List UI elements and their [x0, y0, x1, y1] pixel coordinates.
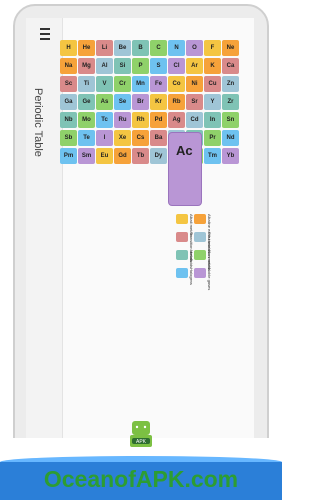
element-cell[interactable]: Ca [222, 58, 239, 74]
element-cell[interactable]: Li [96, 40, 113, 56]
legend-swatch [194, 232, 206, 242]
element-cell[interactable]: Nb [60, 112, 77, 128]
legend-label: Noble gases [207, 268, 212, 291]
element-cell[interactable]: O [186, 40, 203, 56]
element-cell[interactable]: S [150, 58, 167, 74]
element-cell[interactable]: Co [168, 76, 185, 92]
element-cell[interactable]: H [60, 40, 77, 56]
element-cell[interactable]: Xe [114, 130, 131, 146]
element-cell[interactable]: Te [78, 130, 95, 146]
element-cell[interactable]: Cu [204, 76, 221, 92]
element-cell[interactable]: In [204, 112, 221, 128]
element-cell[interactable]: Si [114, 58, 131, 74]
logo-text: APK [136, 439, 147, 445]
element-cell[interactable]: Rb [168, 94, 185, 110]
element-cell[interactable]: Gd [114, 148, 131, 164]
element-cell[interactable]: Tb [132, 148, 149, 164]
element-cell[interactable]: Ru [114, 112, 131, 128]
element-cell[interactable]: Be [114, 40, 131, 56]
element-cell[interactable]: Sc [60, 76, 77, 92]
legend-swatch [176, 214, 188, 224]
element-cell[interactable]: Ti [78, 76, 95, 92]
element-cell[interactable]: B [132, 40, 149, 56]
featured-element-symbol: Ac [176, 143, 193, 158]
menu-icon[interactable] [40, 28, 50, 40]
element-cell[interactable]: F [204, 40, 221, 56]
legend-swatch [194, 250, 206, 260]
element-cell[interactable]: Kr [150, 94, 167, 110]
android-logo: APK [130, 421, 152, 447]
element-cell[interactable]: V [96, 76, 113, 92]
element-cell[interactable]: Cs [132, 130, 149, 146]
element-cell[interactable]: Mn [132, 76, 149, 92]
element-cell[interactable]: Cl [168, 58, 185, 74]
element-cell[interactable]: Ar [186, 58, 203, 74]
element-cell[interactable]: Br [132, 94, 149, 110]
legend-swatch [194, 214, 206, 224]
element-cell[interactable]: Ge [78, 94, 95, 110]
legend-swatch [176, 250, 188, 260]
element-cell[interactable]: Pr [204, 130, 221, 146]
legend-label: Nonmetals [207, 250, 212, 270]
legend-swatch [176, 232, 188, 242]
legend-swatch [194, 268, 206, 278]
element-cell[interactable]: P [132, 58, 149, 74]
brand-text: OceanofAPK.com [43, 466, 239, 492]
element-cell[interactable]: Fe [150, 76, 167, 92]
element-cell[interactable]: Cd [186, 112, 203, 128]
element-cell[interactable]: Ba [150, 130, 167, 146]
element-cell[interactable]: Tm [204, 148, 221, 164]
element-cell[interactable]: Tc [96, 112, 113, 128]
element-cell[interactable]: Al [96, 58, 113, 74]
featured-element-panel[interactable]: Ac [168, 132, 202, 206]
element-cell[interactable]: Nd [222, 130, 239, 146]
element-cell[interactable]: Sm [78, 148, 95, 164]
element-cell[interactable]: I [96, 130, 113, 146]
element-cell[interactable]: Pd [150, 112, 167, 128]
element-cell[interactable]: Cr [114, 76, 131, 92]
element-cell[interactable]: Ne [222, 40, 239, 56]
element-cell[interactable]: Se [114, 94, 131, 110]
element-cell[interactable]: Sn [222, 112, 239, 128]
element-cell[interactable]: Pm [60, 148, 77, 164]
legend: Alkali metals Alkaline earth metals Transi… [176, 214, 216, 304]
element-cell[interactable]: Yb [222, 148, 239, 164]
element-cell[interactable]: Eu [96, 148, 113, 164]
element-cell[interactable]: Mo [78, 112, 95, 128]
element-cell[interactable]: Sb [60, 130, 77, 146]
app-title: Periodic Table [32, 88, 44, 157]
sidebar: Periodic Table ••• [26, 18, 63, 488]
element-cell[interactable]: K [204, 58, 221, 74]
element-cell[interactable]: Zr [222, 94, 239, 110]
element-cell[interactable]: Dy [150, 148, 167, 164]
element-cell[interactable]: Rh [132, 112, 149, 128]
periodic-table: H He Li Be B C N O F Ne Na Mg Al Si P S Cl Ar K Ca Sc Ti V Cr Mn… [60, 40, 248, 420]
element-cell[interactable]: Mg [78, 58, 95, 74]
element-cell[interactable]: As [96, 94, 113, 110]
legend-swatch [176, 268, 188, 278]
element-cell[interactable]: Ni [186, 76, 203, 92]
element-cell[interactable]: Zn [222, 76, 239, 92]
element-cell[interactable]: Ga [60, 94, 77, 110]
element-cell[interactable]: Y [204, 94, 221, 110]
element-cell[interactable]: Sr [186, 94, 203, 110]
element-cell[interactable]: C [150, 40, 167, 56]
element-cell[interactable]: Na [60, 58, 77, 74]
element-cell[interactable]: N [168, 40, 185, 56]
element-cell[interactable]: Ag [168, 112, 185, 128]
element-cell[interactable]: He [78, 40, 95, 56]
